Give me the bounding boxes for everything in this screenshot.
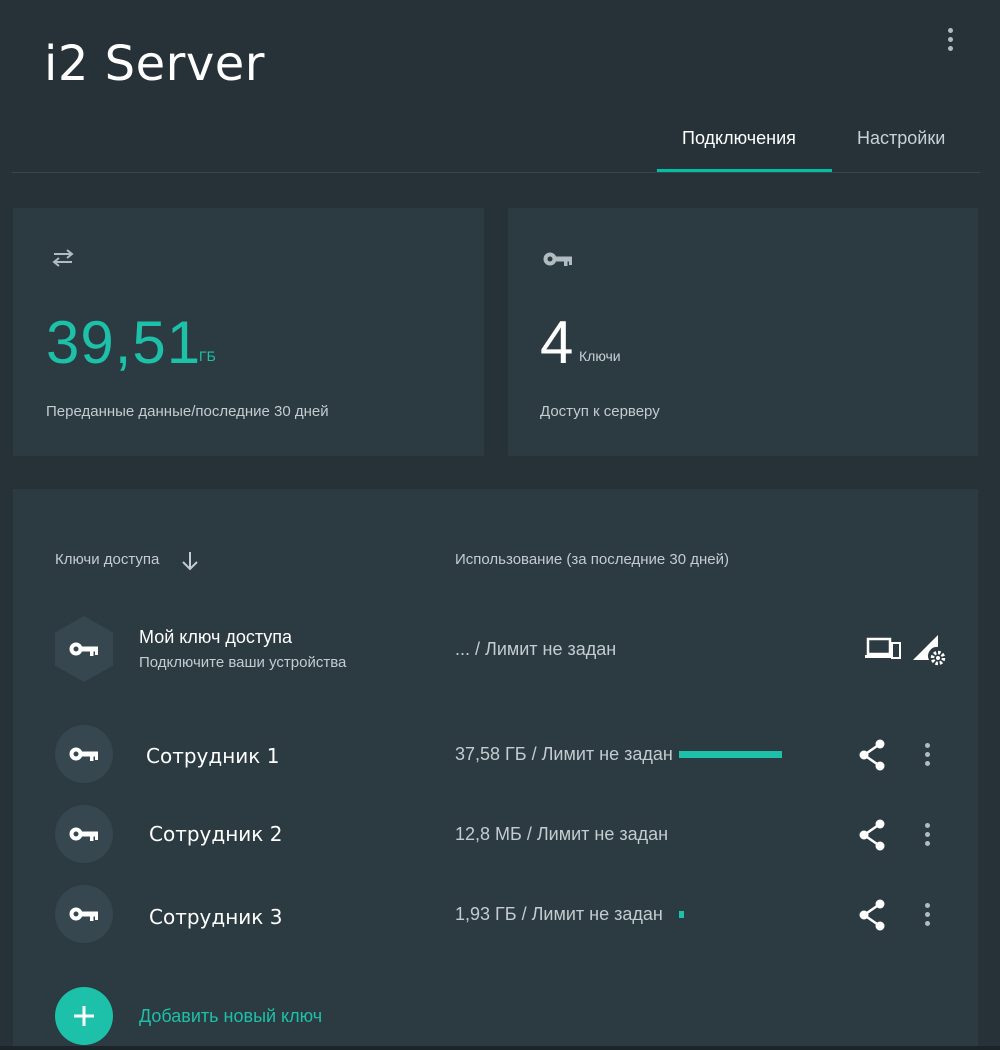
more-options-icon[interactable]: [914, 821, 942, 849]
add-key-label[interactable]: Добавить новый ключ: [139, 1006, 322, 1027]
keys-count: 4: [540, 309, 574, 376]
column-header-keys[interactable]: Ключи доступа: [55, 551, 159, 568]
transfer-unit: ГБ: [199, 348, 216, 364]
key-name[interactable]: Сотрудник 3: [149, 905, 282, 929]
my-key-name: Мой ключ доступа: [139, 627, 293, 647]
devices-icon[interactable]: [865, 636, 901, 662]
keys-unit: Ключи: [579, 348, 621, 364]
usage-bar: [679, 911, 684, 918]
access-keys-card: [13, 489, 978, 1050]
keys-caption: Доступ к серверу: [540, 403, 660, 420]
plus-icon: [74, 1006, 94, 1026]
key-usage: 37,58 ГБ / Лимит не задан: [455, 744, 673, 764]
key-name[interactable]: Сотрудник 2: [149, 822, 282, 846]
column-header-usage: Использование (за последние 30 дней): [455, 551, 729, 568]
my-key-usage: ... / Лимит не задан: [455, 639, 617, 659]
add-key-button[interactable]: [55, 987, 113, 1045]
more-options-icon[interactable]: [937, 26, 965, 54]
usage-bar: [679, 751, 782, 758]
key-name[interactable]: Сотрудник 1: [146, 744, 279, 768]
my-key-subtitle: Подключите ваши устройства: [139, 654, 347, 671]
key-icon: [69, 827, 98, 841]
tab-settings[interactable]: Настройки: [857, 128, 945, 149]
more-options-icon[interactable]: [914, 741, 942, 769]
share-icon[interactable]: [858, 819, 886, 851]
more-options-icon[interactable]: [914, 901, 942, 929]
key-icon: [69, 907, 98, 921]
transfer-caption: Переданные данные/последние 30 дней: [46, 403, 329, 420]
arrow-down-icon[interactable]: [180, 550, 200, 572]
server-title: i2 Server: [44, 36, 266, 92]
key-icon: [543, 252, 572, 266]
swap-arrows-icon: [52, 249, 74, 267]
share-icon[interactable]: [858, 739, 886, 771]
active-tab-indicator: [657, 169, 832, 172]
header-divider: [12, 172, 980, 173]
transfer-value: 39,51: [46, 309, 202, 376]
key-usage: 12,8 МБ / Лимит не задан: [455, 824, 669, 844]
tab-connections[interactable]: Подключения: [682, 128, 796, 149]
key-usage: 1,93 ГБ / Лимит не задан: [455, 904, 663, 924]
key-icon: [69, 642, 98, 656]
bottom-edge: [0, 1046, 1000, 1050]
key-icon: [69, 747, 98, 761]
signal-settings-icon[interactable]: [912, 632, 948, 668]
share-icon[interactable]: [858, 899, 886, 931]
